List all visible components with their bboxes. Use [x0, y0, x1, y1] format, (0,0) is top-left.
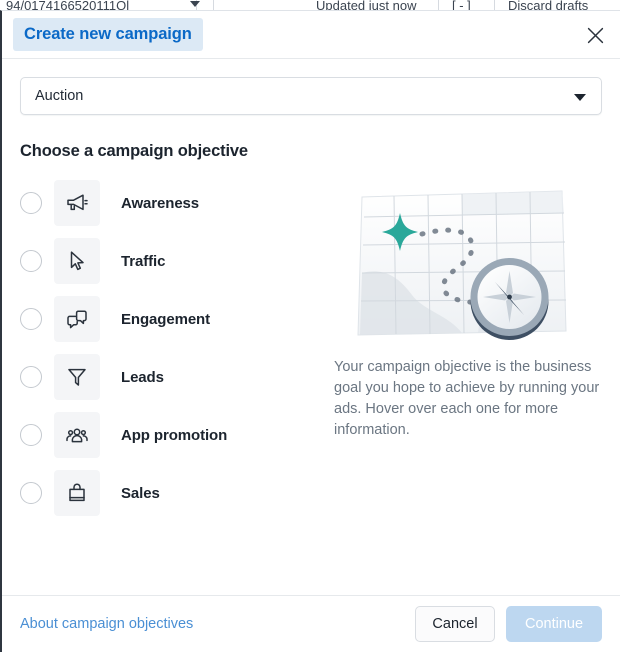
objective-label: Leads [121, 369, 164, 386]
dialog-body: Auction Choose a campaign objective [2, 59, 620, 595]
objective-label: App promotion [121, 427, 227, 444]
objective-radio-leads[interactable] [20, 366, 42, 388]
objective-radio-app-promotion[interactable] [20, 424, 42, 446]
buying-type-select[interactable]: Auction [20, 77, 602, 115]
objective-info-panel: Your campaign objective is the business … [320, 179, 606, 527]
funnel-icon [54, 354, 100, 400]
cancel-button[interactable]: Cancel [415, 606, 495, 642]
objective-label: Sales [121, 485, 160, 502]
objective-label: Awareness [121, 195, 199, 212]
objective-label: Engagement [121, 311, 210, 328]
objective-description: Your campaign objective is the business … [334, 357, 606, 441]
objective-option-sales[interactable]: Sales [20, 469, 320, 517]
buying-type-value: Auction [35, 88, 83, 104]
chat-bubble-icon [54, 296, 100, 342]
objective-radio-engagement[interactable] [20, 308, 42, 330]
objective-option-awareness[interactable]: Awareness [20, 179, 320, 227]
footer-actions: Cancel Continue [415, 606, 602, 642]
objective-list: Awareness Traffic [20, 179, 320, 527]
people-icon [54, 412, 100, 458]
close-button[interactable] [582, 22, 608, 48]
dialog-footer: About campaign objectives Cancel Continu… [2, 595, 620, 652]
objective-option-app-promotion[interactable]: App promotion [20, 411, 320, 459]
objective-radio-sales[interactable] [20, 482, 42, 504]
background-caret-icon [190, 1, 200, 7]
objective-radio-traffic[interactable] [20, 250, 42, 272]
shopping-bag-icon [54, 470, 100, 516]
continue-button[interactable]: Continue [506, 606, 602, 642]
cursor-icon [54, 238, 100, 284]
chevron-down-icon [574, 94, 586, 101]
objective-split: Awareness Traffic [20, 179, 602, 527]
objective-radio-awareness[interactable] [20, 192, 42, 214]
objective-option-leads[interactable]: Leads [20, 353, 320, 401]
objective-section-heading: Choose a campaign objective [20, 142, 602, 161]
close-icon [587, 27, 604, 44]
objective-option-engagement[interactable]: Engagement [20, 295, 320, 343]
objective-label: Traffic [121, 253, 165, 270]
dialog-header: Create new campaign [2, 11, 620, 59]
map-with-compass-illustration [352, 183, 592, 343]
about-campaign-objectives-link[interactable]: About campaign objectives [20, 616, 193, 632]
objective-option-traffic[interactable]: Traffic [20, 237, 320, 285]
dialog-title: Create new campaign [13, 18, 203, 51]
create-campaign-dialog: Create new campaign Auction Choose a cam… [0, 10, 620, 652]
megaphone-icon [54, 180, 100, 226]
